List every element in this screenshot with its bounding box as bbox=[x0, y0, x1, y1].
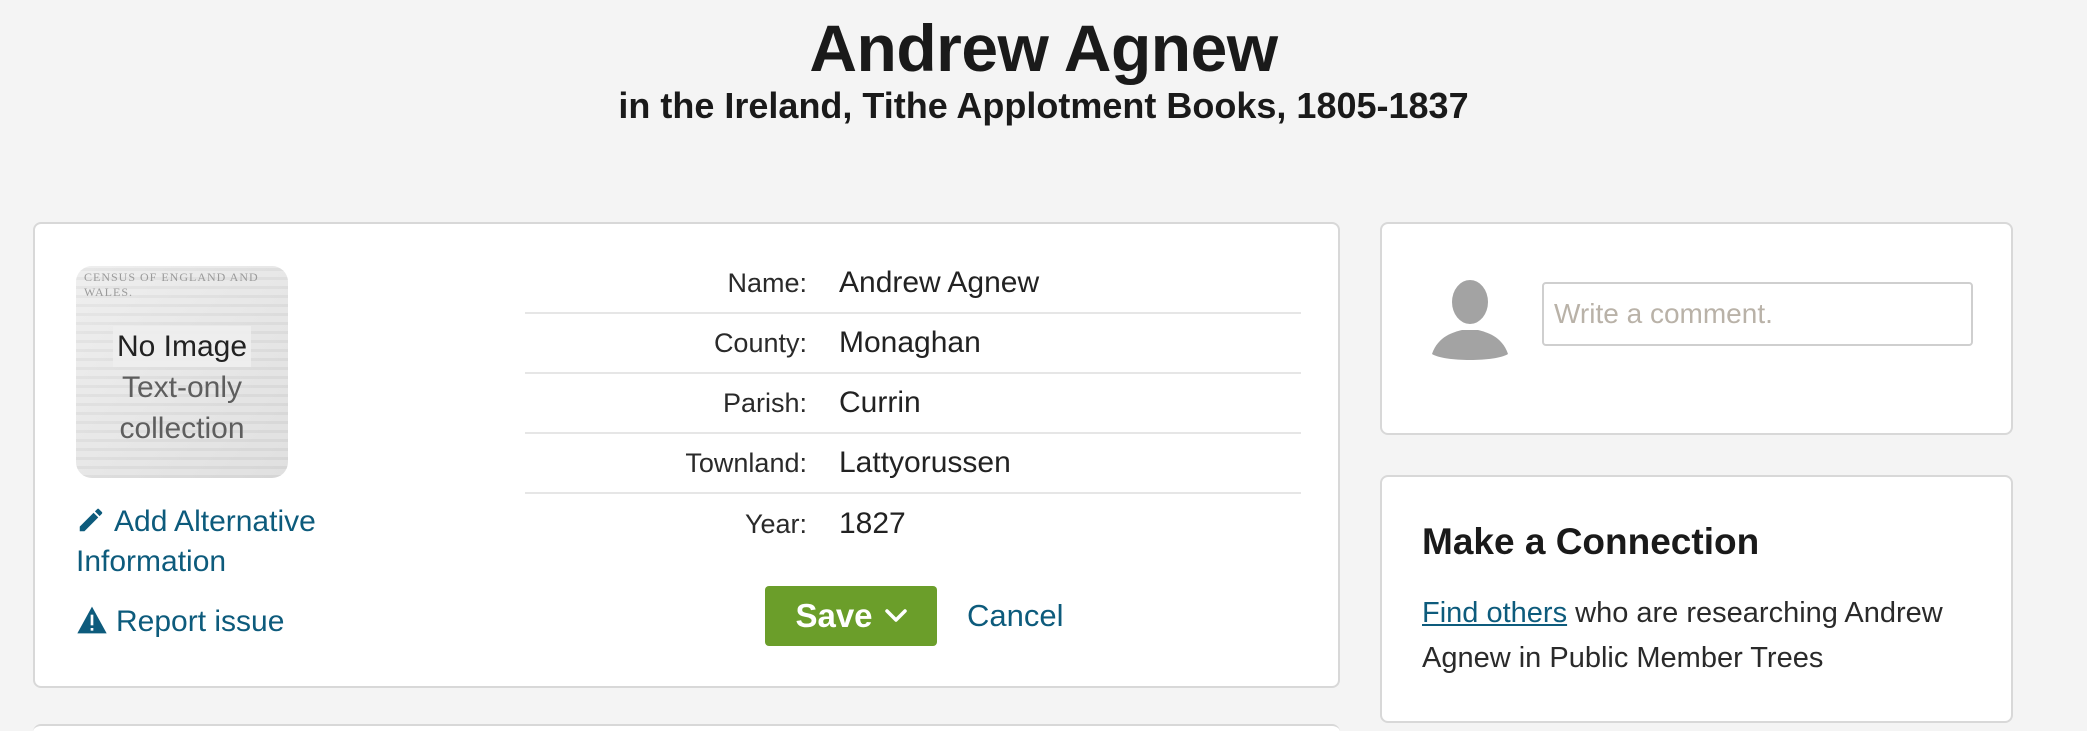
warning-icon bbox=[77, 606, 107, 634]
no-image-label: No Image bbox=[112, 326, 252, 367]
field-label: Year: bbox=[744, 508, 807, 539]
pencil-icon bbox=[79, 508, 103, 532]
field-value: Currin bbox=[839, 386, 921, 419]
field-value: Monaghan bbox=[839, 326, 981, 359]
field-row-townland: Townland: Lattyorussen bbox=[525, 434, 1301, 494]
thumbnail-caption: No Image Text-only collection bbox=[76, 326, 288, 449]
record-card: CENSUS OF ENGLAND AND WALES. No Image Te… bbox=[33, 222, 1340, 688]
thumbnail-header-text: CENSUS OF ENGLAND AND WALES. bbox=[84, 270, 259, 299]
field-label: Parish: bbox=[722, 387, 807, 418]
field-value: 1827 bbox=[839, 507, 906, 540]
cancel-link[interactable]: Cancel bbox=[967, 598, 1064, 634]
field-row-name: Name: Andrew Agnew bbox=[525, 254, 1301, 314]
save-label: Save bbox=[795, 597, 873, 634]
field-label: Name: bbox=[727, 267, 807, 298]
report-issue-link[interactable]: Report issue bbox=[76, 602, 284, 642]
page-title: Andrew Agnew bbox=[809, 11, 1278, 85]
comment-input[interactable] bbox=[1542, 282, 1973, 346]
field-value: Lattyorussen bbox=[839, 446, 1011, 479]
comment-card bbox=[1380, 222, 2013, 435]
save-button[interactable]: Save bbox=[765, 586, 937, 646]
field-row-year: Year: 1827 bbox=[525, 494, 1301, 554]
field-row-county: County: Monaghan bbox=[525, 314, 1301, 374]
text-only-label: Text-only bbox=[121, 371, 243, 404]
connection-title: Make a Connection bbox=[1422, 521, 1760, 562]
chevron-down-icon bbox=[884, 609, 907, 622]
collection-label: collection bbox=[119, 412, 245, 445]
user-silhouette-icon bbox=[1432, 280, 1508, 360]
page-subtitle: in the Ireland, Tithe Applotment Books, … bbox=[618, 85, 1469, 126]
connection-text: Find others who are researching Andrew A… bbox=[1422, 591, 1982, 681]
page-header: Andrew Agnew in the Ireland, Tithe Applo… bbox=[0, 8, 2087, 128]
record-actions: Save Cancel bbox=[765, 586, 1064, 646]
field-value: Andrew Agnew bbox=[839, 266, 1040, 299]
add-alternative-information-link[interactable]: Add Alternative Information bbox=[76, 502, 376, 582]
find-others-link[interactable]: Find others bbox=[1422, 597, 1567, 629]
record-thumbnail[interactable]: CENSUS OF ENGLAND AND WALES. No Image Te… bbox=[76, 266, 288, 478]
field-label: County: bbox=[713, 327, 807, 358]
add-alternative-label: Add Alternative Information bbox=[76, 505, 316, 578]
next-card-edge bbox=[33, 724, 1340, 731]
field-row-parish: Parish: Currin bbox=[525, 374, 1301, 434]
make-a-connection-card: Make a Connection Find others who are re… bbox=[1380, 475, 2013, 723]
record-fields: Name: Andrew Agnew County: Monaghan Pari… bbox=[525, 254, 1301, 554]
report-issue-label: Report issue bbox=[116, 605, 285, 638]
field-label: Townland: bbox=[685, 447, 807, 478]
